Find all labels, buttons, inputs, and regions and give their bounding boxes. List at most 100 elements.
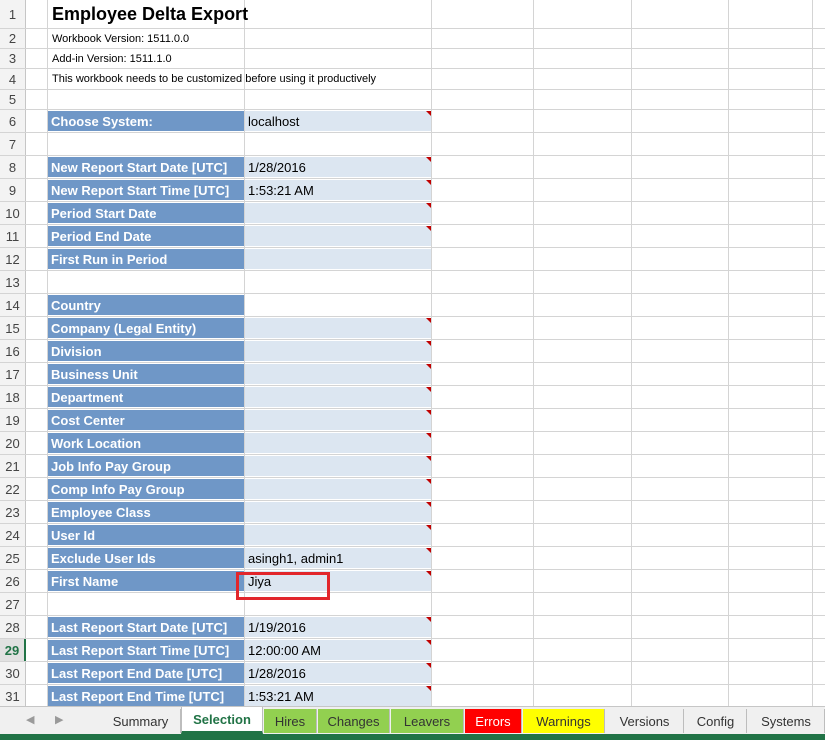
workbook-version: Workbook Version: 1511.0.0 [52,32,190,45]
comment-indicator-icon [426,180,431,185]
row-number[interactable]: 9 [0,179,26,201]
comment-indicator-icon [426,686,431,691]
row-number[interactable]: 31 [0,685,26,706]
field-value-job-info-pay-group[interactable] [245,456,431,476]
sheet-row: 28 Last Report Start Date [UTC] 1/19/2016 [0,616,825,639]
row-number[interactable]: 7 [0,133,26,155]
field-value-new-report-start-time[interactable]: 1:53:21 AM [245,180,431,200]
field-value-exclude-user-ids[interactable]: asingh1, admin1 [245,548,431,568]
row-number[interactable]: 23 [0,501,26,523]
row-number[interactable]: 10 [0,202,26,224]
row-number[interactable]: 24 [0,524,26,546]
tab-versions[interactable]: Versions [606,709,684,733]
sheet-row: 24 User Id [0,524,825,547]
row-number[interactable]: 12 [0,248,26,270]
row-number[interactable]: 1 [0,0,26,28]
row-number[interactable]: 29 [0,639,26,661]
field-value-company[interactable] [245,318,431,338]
field-value-period-end-date[interactable] [245,226,431,246]
tab-changes[interactable]: Changes [318,709,390,733]
tab-hires[interactable]: Hires [264,709,317,733]
row-number[interactable]: 22 [0,478,26,500]
sheet-row: 11 Period End Date [0,225,825,248]
field-value-last-report-start-date[interactable]: 1/19/2016 [245,617,431,637]
field-label-exclude-user-ids: Exclude User Ids [48,548,244,568]
field-label-first-run-in-period: First Run in Period [48,249,244,269]
tab-leavers[interactable]: Leavers [391,709,464,733]
field-value-first-run-in-period[interactable] [245,249,431,269]
field-label-job-info-pay-group: Job Info Pay Group [48,456,244,476]
field-value-country[interactable] [245,295,431,315]
field-value-period-start-date[interactable] [245,203,431,223]
sheet-row: 13 [0,271,825,294]
field-label-user-id: User Id [48,525,244,545]
comment-indicator-icon [426,410,431,415]
sheet-row: 14 Country [0,294,825,317]
scroll-tabs-left-icon[interactable]: ◀ [26,713,34,726]
field-value-cost-center[interactable] [245,410,431,430]
tab-selection[interactable]: Selection [181,707,263,734]
field-label-last-report-end-time: Last Report End Time [UTC] [48,686,244,706]
comment-indicator-icon [426,456,431,461]
sheet-row: 6 Choose System: localhost [0,110,825,133]
sheet-row: 18 Department [0,386,825,409]
row-number[interactable]: 11 [0,225,26,247]
row-number[interactable]: 5 [0,90,26,109]
tab-errors[interactable]: Errors [465,709,522,733]
field-value-text: 1/19/2016 [248,619,306,635]
spreadsheet-grid[interactable]: 1 Employee Delta Export 2 Workbook Version:… [0,0,825,706]
row-number[interactable]: 3 [0,49,26,68]
comment-indicator-icon [426,548,431,553]
row-number[interactable]: 16 [0,340,26,362]
field-value-choose-system[interactable]: localhost [245,111,431,131]
field-value-user-id[interactable] [245,525,431,545]
field-value-first-name[interactable]: Jiya [245,571,431,591]
comment-indicator-icon [426,525,431,530]
row-number[interactable]: 18 [0,386,26,408]
tab-warnings[interactable]: Warnings [523,709,605,733]
row-number[interactable]: 14 [0,294,26,316]
comment-indicator-icon [426,617,431,622]
row-number[interactable]: 19 [0,409,26,431]
row-number[interactable]: 26 [0,570,26,592]
field-label-division: Division [48,341,244,361]
sheet-row: 31 Last Report End Time [UTC] 1:53:21 AM [0,685,825,706]
sheet-title: Employee Delta Export [52,3,249,24]
field-value-employee-class[interactable] [245,502,431,522]
row-number[interactable]: 27 [0,593,26,615]
field-value-last-report-end-date[interactable]: 1/28/2016 [245,663,431,683]
field-value-last-report-start-time[interactable]: 12:00:00 AM [245,640,431,660]
row-number[interactable]: 28 [0,616,26,638]
sheet-row: 9 New Report Start Time [UTC] 1:53:21 AM [0,179,825,202]
tab-summary[interactable]: Summary [101,709,181,733]
row-number[interactable]: 6 [0,110,26,132]
row-number[interactable]: 8 [0,156,26,178]
tab-systems[interactable]: Systems [748,709,825,733]
row-number[interactable]: 2 [0,29,26,48]
field-label-last-report-start-time: Last Report Start Time [UTC] [48,640,244,660]
row-number[interactable]: 17 [0,363,26,385]
field-value-business-unit[interactable] [245,364,431,384]
tab-config[interactable]: Config [685,709,747,733]
field-value-work-location[interactable] [245,433,431,453]
field-value-division[interactable] [245,341,431,361]
sheet-row: 30 Last Report End Date [UTC] 1/28/2016 [0,662,825,685]
comment-indicator-icon [426,571,431,576]
row-number[interactable]: 13 [0,271,26,293]
scroll-tabs-right-icon[interactable]: ▶ [55,713,63,726]
row-number[interactable]: 20 [0,432,26,454]
row-number[interactable]: 30 [0,662,26,684]
row-number[interactable]: 4 [0,69,26,89]
field-value-text: 1:53:21 AM [248,182,314,198]
status-bar [0,734,825,740]
field-value-department[interactable] [245,387,431,407]
field-value-text: 1/28/2016 [248,665,306,681]
row-number[interactable]: 25 [0,547,26,569]
field-value-last-report-end-time[interactable]: 1:53:21 AM [245,686,431,706]
field-value-new-report-start-date[interactable]: 1/28/2016 [245,157,431,177]
field-label-work-location: Work Location [48,433,244,453]
sheet-row: 3 Add-in Version: 1511.1.0 [0,49,825,69]
row-number[interactable]: 21 [0,455,26,477]
row-number[interactable]: 15 [0,317,26,339]
field-value-comp-info-pay-group[interactable] [245,479,431,499]
